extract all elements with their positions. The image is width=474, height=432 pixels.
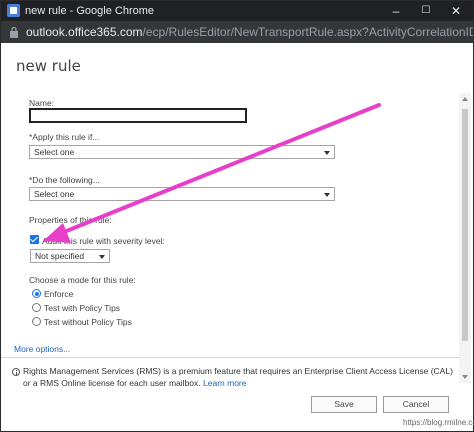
chevron-down-icon: [324, 193, 330, 197]
severity-select-value: Not specified: [35, 251, 85, 261]
scroll-thumb[interactable]: [462, 109, 468, 341]
url-text[interactable]: outlook.office365.com/ecp/RulesEditor/Ne…: [26, 26, 473, 39]
url-host: outlook.office365.com: [26, 25, 143, 39]
mode-test-without-tips-label: Test without Policy Tips: [44, 317, 132, 327]
apply-rule-select-value: Select one: [34, 147, 75, 157]
mode-enforce-label: Enforce: [44, 289, 74, 299]
do-following-select[interactable]: Select one: [29, 187, 335, 201]
page-title: new rule: [16, 57, 81, 75]
cancel-button[interactable]: Cancel: [383, 396, 449, 413]
info-icon: [12, 368, 20, 376]
learn-more-link[interactable]: Learn more: [203, 378, 246, 388]
save-button[interactable]: Save: [311, 396, 377, 413]
do-following-select-value: Select one: [34, 189, 75, 199]
close-button[interactable]: ✕: [443, 1, 469, 21]
more-options-link[interactable]: More options...: [14, 344, 70, 354]
mode-test-with-tips-radio[interactable]: [32, 303, 41, 312]
severity-select[interactable]: Not specified: [30, 249, 110, 263]
footer-divider: [1, 357, 459, 358]
lock-icon: [10, 26, 18, 38]
properties-label: Properties of this rule:: [29, 215, 112, 225]
window-title: new rule - Google Chrome: [25, 5, 155, 17]
office-app-icon: [7, 4, 20, 17]
mode-test-without-tips-radio[interactable]: [32, 317, 41, 326]
apply-rule-select[interactable]: Select one: [29, 145, 335, 159]
mode-test-with-tips-label: Test with Policy Tips: [44, 303, 121, 313]
chevron-down-icon: [324, 151, 330, 155]
audit-label: Audit this rule with severity level:: [42, 236, 165, 246]
browser-window: new rule - Google Chrome – ☐ ✕ outlook.o…: [0, 0, 474, 432]
dialog-content: new rule Name: *Apply this rule if... Se…: [1, 43, 474, 431]
do-following-label: *Do the following...: [29, 175, 100, 185]
rms-notice: Rights Management Services (RMS) is a pr…: [23, 365, 453, 389]
audit-checkbox[interactable]: [30, 235, 39, 244]
scroll-up-icon[interactable]: [462, 97, 468, 101]
watermark: https://blog.rmilne.ca: [403, 418, 474, 427]
name-label: Name:: [29, 98, 55, 108]
scroll-down-icon[interactable]: [462, 375, 468, 379]
name-input[interactable]: [29, 108, 247, 123]
maximize-button[interactable]: ☐: [413, 1, 439, 21]
minimize-button[interactable]: –: [383, 1, 409, 21]
mode-label: Choose a mode for this rule:: [29, 275, 136, 285]
scrollbar[interactable]: [459, 93, 471, 383]
apply-rule-label: *Apply this rule if...: [29, 132, 100, 142]
mode-enforce-radio[interactable]: [32, 289, 41, 298]
title-bar: new rule - Google Chrome – ☐ ✕: [1, 1, 473, 21]
address-bar[interactable]: outlook.office365.com/ecp/RulesEditor/Ne…: [1, 21, 473, 43]
url-path: /ecp/RulesEditor/NewTransportRule.aspx?A…: [142, 25, 473, 39]
chevron-down-icon: [99, 255, 105, 259]
